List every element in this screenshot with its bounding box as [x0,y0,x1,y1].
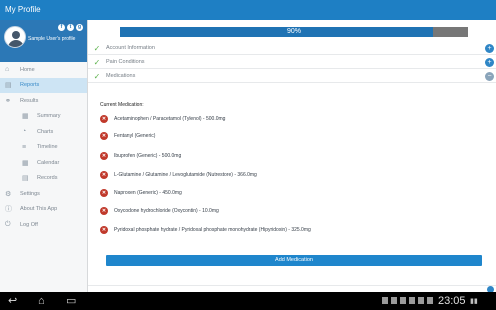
remove-icon[interactable]: ✕ [100,207,108,215]
notification-icon [427,297,433,304]
notification-icon [418,297,424,304]
sidebar-item-label: Reports [20,82,40,89]
remove-icon[interactable]: ✕ [100,152,108,160]
current-medication-heading: Current Medication: [100,102,144,108]
profile-name: Sample User's profile [28,36,76,42]
avatar [4,26,26,48]
medication-name: Acetaminophen / Paracetamol (Tylenol) - … [114,116,226,122]
remove-icon[interactable]: ✕ [100,226,108,234]
sidebar-item-home[interactable]: ⌂ Home [0,62,87,78]
medication-name: Pyridoxal phosphate hydrate / Pyridoxal … [114,227,311,233]
android-nav-bar: ↩ ⌂ ▭ 23:05 ▮▮ [0,292,496,310]
notification-icon [382,297,388,304]
main-content: 90% ✓ Account Information + ✓ Pain Condi… [88,20,496,293]
charts-icon: ◔ [22,128,27,136]
medication-item: ✕ L-Glutamine / Glutamine / Levoglutamid… [100,171,257,179]
section-account-information[interactable]: ✓ Account Information + [88,42,496,55]
clock: 23:05 [438,295,466,307]
medication-item: ✕ Acetaminophen / Paracetamol (Tylenol) … [100,115,225,123]
timeline-icon: ≡ [22,143,27,151]
sidebar-item-label: Timeline [37,144,58,151]
home-nav-icon[interactable]: ⌂ [38,292,45,310]
profile-progress-bar: 90% [120,27,468,37]
medication-name: L-Glutamine / Glutamine / Levoglutamide … [114,172,257,178]
profile-header[interactable]: Sample User's profile f t g [0,20,87,62]
app-title: My Profile [5,5,41,14]
sidebar-item-about[interactable]: ⓘ About This App [0,202,87,218]
sidebar-item-label: Settings [20,190,40,197]
sidebar-item-charts[interactable]: ◔ Charts [0,124,87,140]
sidebar-item-timeline[interactable]: ≡ Timeline [0,140,87,156]
sidebar-item-label: About This App [20,206,58,213]
records-icon: ▤ [22,175,29,183]
section-label: Medications [106,73,136,79]
medication-item: ✕ Ibuprofen (Generic) - 500.0mg [100,152,181,160]
remove-icon[interactable]: ✕ [100,132,108,140]
sidebar-item-settings[interactable]: ⚙ Settings [0,186,87,202]
sidebar-item-records[interactable]: ▤ Records [0,171,87,187]
check-icon: ✓ [93,57,101,67]
sidebar-item-logoff[interactable]: ⏻ Log Off [0,217,87,233]
sidebar-item-calendar[interactable]: ▦ Calendar [0,155,87,171]
sidebar-item-label: Calendar [37,159,60,166]
sidebar-item-label: Home [20,66,35,73]
notification-icon [409,297,415,304]
remove-icon[interactable]: ✕ [100,189,108,197]
section-medications[interactable]: ✓ Medications − [88,70,496,83]
sidebar-item-summary[interactable]: ▦ Summary [0,109,87,125]
back-icon[interactable]: ↩ [8,292,17,310]
medication-item: ✕ Fentanyl (Generic) [100,132,155,140]
sidebar: Sample User's profile f t g ⌂ Home ▤ Rep… [0,20,88,292]
check-icon: ✓ [93,43,101,53]
notification-icon [400,297,406,304]
google-icon[interactable]: g [76,24,83,31]
sidebar-item-label: Results [20,97,39,104]
section-pain-conditions[interactable]: ✓ Pain Conditions + [88,56,496,69]
calendar-icon: ▦ [22,159,29,167]
settings-icon: ⚙ [5,190,12,198]
medication-name: Naproxen (Generic) - 450.0mg [114,190,182,196]
medication-item: ✕ Oxycodone hydrochloride (Oxycontin) - … [100,207,219,215]
medication-name: Fentanyl (Generic) [114,133,156,139]
notification-icon [391,297,397,304]
section-label: Account Information [106,45,155,51]
sidebar-item-label: Log Off [20,221,38,228]
wifi-battery-icon: ▮▮ [470,298,478,305]
collapsed-section[interactable] [88,285,496,293]
notification-icons [382,297,433,304]
sidebar-item-results[interactable]: ⚭ Results [0,93,87,109]
twitter-icon[interactable]: t [67,24,74,31]
sidebar-item-reports[interactable]: ▤ Reports [0,77,87,93]
results-icon: ⚭ [5,97,11,105]
recent-apps-icon[interactable]: ▭ [66,292,76,310]
progress-label: 90% [286,28,301,35]
sidebar-item-label: Summary [37,113,61,120]
check-icon: ✓ [93,71,101,81]
power-icon: ⏻ [5,220,11,228]
expand-icon[interactable]: + [485,44,494,53]
medication-name: Ibuprofen (Generic) - 500.0mg [114,153,182,159]
remove-icon[interactable]: ✕ [100,171,108,179]
sidebar-item-label: Records [37,175,58,182]
remove-icon[interactable]: ✕ [100,115,108,123]
facebook-icon[interactable]: f [58,24,65,31]
reports-icon: ▤ [5,82,12,90]
summary-icon: ▦ [22,113,29,121]
app-title-bar: My Profile [0,0,496,20]
sidebar-item-label: Charts [37,128,54,135]
collapse-icon[interactable]: − [485,72,494,81]
expand-icon[interactable]: + [485,58,494,67]
home-icon: ⌂ [5,66,10,74]
medication-name: Oxycodone hydrochloride (Oxycontin) - 10… [114,208,219,214]
medication-item: ✕ Naproxen (Generic) - 450.0mg [100,189,182,197]
social-links: f t g [58,24,83,31]
section-label: Pain Conditions [106,59,145,65]
info-icon: ⓘ [5,206,12,214]
add-medication-button[interactable]: Add Medication [106,255,482,266]
medication-item: ✕ Pyridoxal phosphate hydrate / Pyridoxa… [100,226,311,234]
